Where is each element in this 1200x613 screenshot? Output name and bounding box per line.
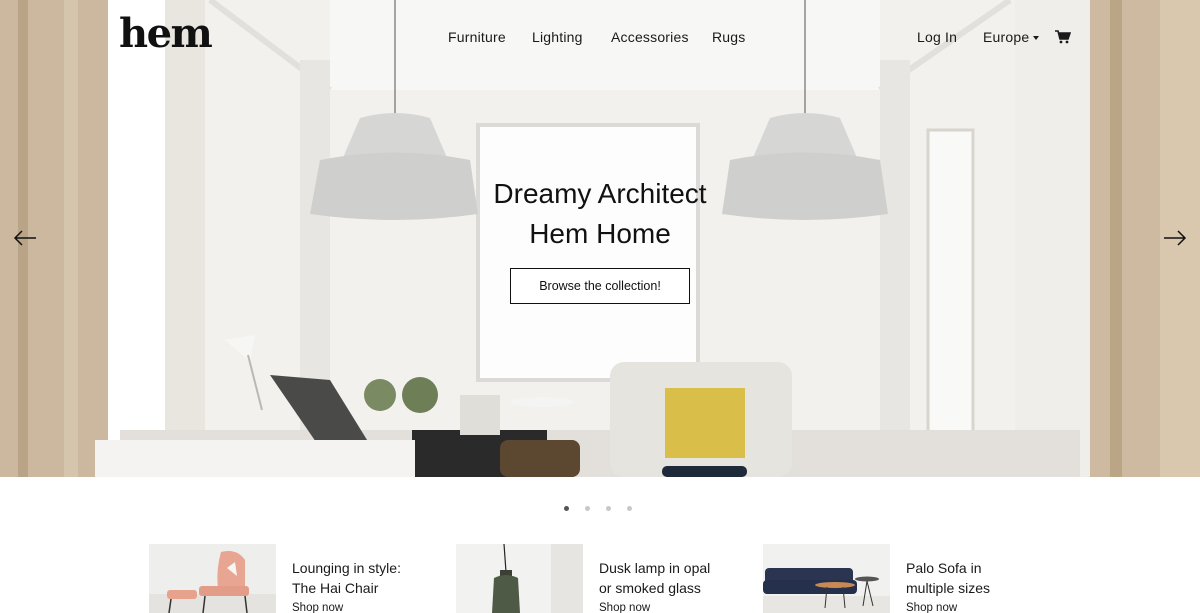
product-title-line2: The Hai Chair [292, 580, 379, 596]
hero-title-line1: Dreamy Architect [493, 178, 707, 209]
product-card-hai-chair[interactable]: Lounging in style: The Hai Chair Shop no… [149, 544, 449, 613]
nav-lighting[interactable]: Lighting [532, 29, 583, 45]
carousel-dots [564, 506, 632, 511]
carousel-dot-2[interactable] [585, 506, 590, 511]
product-title-line1: Palo Sofa in [906, 560, 982, 576]
product-title-line2: multiple sizes [906, 580, 991, 596]
product-text: Lounging in style: The Hai Chair Shop no… [292, 558, 462, 613]
cart-icon[interactable] [1055, 30, 1071, 44]
nav-rugs[interactable]: Rugs [712, 29, 745, 45]
nav-furniture[interactable]: Furniture [448, 29, 506, 45]
browse-collection-button[interactable]: Browse the collection! [510, 268, 690, 304]
carousel-dot-1[interactable] [564, 506, 569, 511]
carousel-dot-4[interactable] [627, 506, 632, 511]
login-link[interactable]: Log In [917, 29, 957, 45]
arrow-right-icon[interactable] [1163, 229, 1187, 247]
carousel-dot-3[interactable] [606, 506, 611, 511]
product-text: Dusk lamp in opal or smoked glass Shop n… [599, 558, 769, 613]
product-text: Palo Sofa in multiple sizes Shop now [906, 558, 1076, 613]
product-image-hai-chair [149, 544, 276, 613]
shop-now-link[interactable]: Shop now [906, 600, 1076, 613]
product-card-dusk-lamp[interactable]: Dusk lamp in opal or smoked glass Shop n… [456, 544, 756, 613]
region-label: Europe [983, 29, 1030, 45]
product-title-line1: Lounging in style: [292, 560, 401, 576]
hero-title: Dreamy Architect Hem Home [440, 174, 760, 254]
product-image-palo-sofa [763, 544, 890, 613]
chevron-down-icon [1033, 36, 1040, 41]
product-title-line1: Dusk lamp in opal [599, 560, 711, 576]
shop-now-link[interactable]: Shop now [599, 600, 769, 613]
product-card-palo-sofa[interactable]: Palo Sofa in multiple sizes Shop now [763, 544, 1063, 613]
brand-logo[interactable]: hem [119, 14, 213, 54]
shop-now-link[interactable]: Shop now [292, 600, 462, 613]
product-title-line2: or smoked glass [599, 580, 701, 596]
nav-accessories[interactable]: Accessories [611, 29, 689, 45]
arrow-left-icon[interactable] [13, 229, 37, 247]
region-selector[interactable]: Europe [983, 29, 1040, 45]
hero-banner: hem Furniture Lighting Accessories Rugs … [0, 0, 1200, 477]
hero-title-line2: Hem Home [529, 218, 671, 249]
product-image-dusk-lamp [456, 544, 583, 613]
